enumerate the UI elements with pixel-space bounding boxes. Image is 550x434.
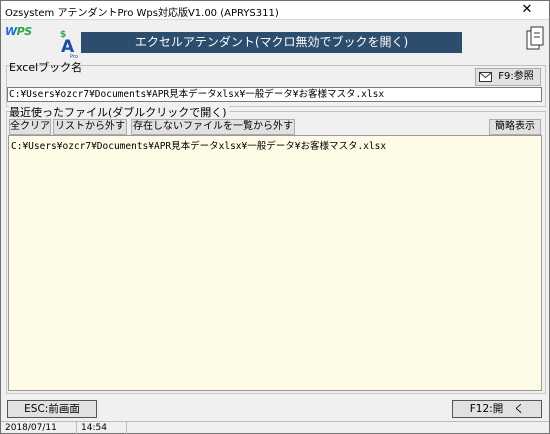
title-bar: Ozsystem アテンダントPro Wps対応版V1.00 (APRYS311… xyxy=(1,1,549,20)
back-button[interactable]: ESC:前画面 xyxy=(7,400,97,418)
browse-button[interactable]: F9:参照 xyxy=(475,68,541,86)
remove-from-list-button[interactable]: リストから外す xyxy=(53,119,127,135)
window-title: Ozsystem アテンダントPro Wps対応版V1.00 (APRYS311… xyxy=(5,8,279,19)
wps-logo: WPS xyxy=(5,25,32,38)
recent-files-label: 最近使ったファイル(ダブルクリックで開く) xyxy=(9,104,229,120)
close-icon[interactable]: ✕ xyxy=(505,1,549,19)
wps-logo-w: W xyxy=(5,25,17,38)
open-button[interactable]: F12:開 く xyxy=(452,400,542,418)
clear-all-button[interactable]: 全クリア xyxy=(9,119,51,135)
status-time: 14:54 xyxy=(77,422,127,434)
envelope-icon xyxy=(479,72,492,82)
book-path-input[interactable]: C:¥Users¥ozcr7¥Documents¥APR見本データxlsx¥一般… xyxy=(7,87,542,102)
list-item[interactable]: C:¥Users¥ozcr7¥Documents¥APR見本データxlsx¥一般… xyxy=(11,138,386,152)
recent-files-list[interactable]: C:¥Users¥ozcr7¥Documents¥APR見本データxlsx¥一般… xyxy=(8,135,542,391)
document-icon[interactable] xyxy=(525,25,547,53)
remove-missing-files-button[interactable]: 存在しないファイルを一覧から外す xyxy=(131,119,295,135)
browse-button-label: F9:参照 xyxy=(498,71,534,82)
app-banner: エクセルアテンダント(マクロ無効でブックを開く) xyxy=(81,32,462,53)
wps-logo-ps: PS xyxy=(16,25,32,38)
brief-view-button[interactable]: 簡略表示 xyxy=(489,119,541,135)
attendant-pro-logo: $ A Pro xyxy=(60,30,78,59)
status-bar: 2018/07/11 14:54 xyxy=(1,421,549,434)
app-window: Ozsystem アテンダントPro Wps対応版V1.00 (APRYS311… xyxy=(0,0,550,434)
status-date: 2018/07/11 xyxy=(1,422,77,434)
book-label: Excelブック名 xyxy=(9,61,83,74)
